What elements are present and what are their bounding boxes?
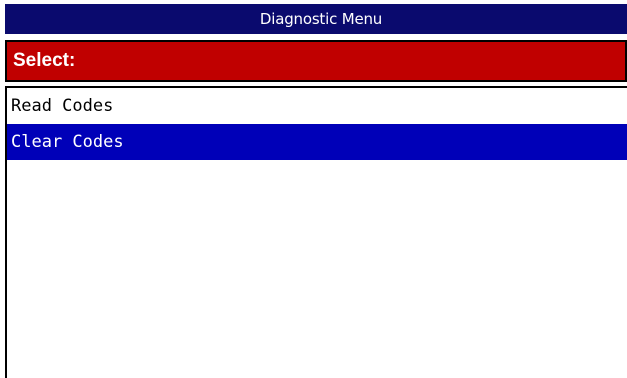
menu-item-label: Clear Codes [11, 132, 124, 152]
menu-item-read-codes[interactable]: Read Codes [7, 88, 627, 124]
menu-item-clear-codes[interactable]: Clear Codes [7, 124, 627, 160]
menu-item-label: Read Codes [11, 96, 114, 116]
menu-list: Read Codes Clear Codes [5, 86, 627, 378]
window-title: Diagnostic Menu [259, 10, 383, 28]
prompt-label: Select: [13, 50, 76, 71]
title-bar: Diagnostic Menu [5, 4, 627, 34]
diagnostic-screen: Diagnostic Menu Select: Read Codes Clear… [0, 0, 627, 378]
prompt-bar: Select: [5, 40, 627, 82]
